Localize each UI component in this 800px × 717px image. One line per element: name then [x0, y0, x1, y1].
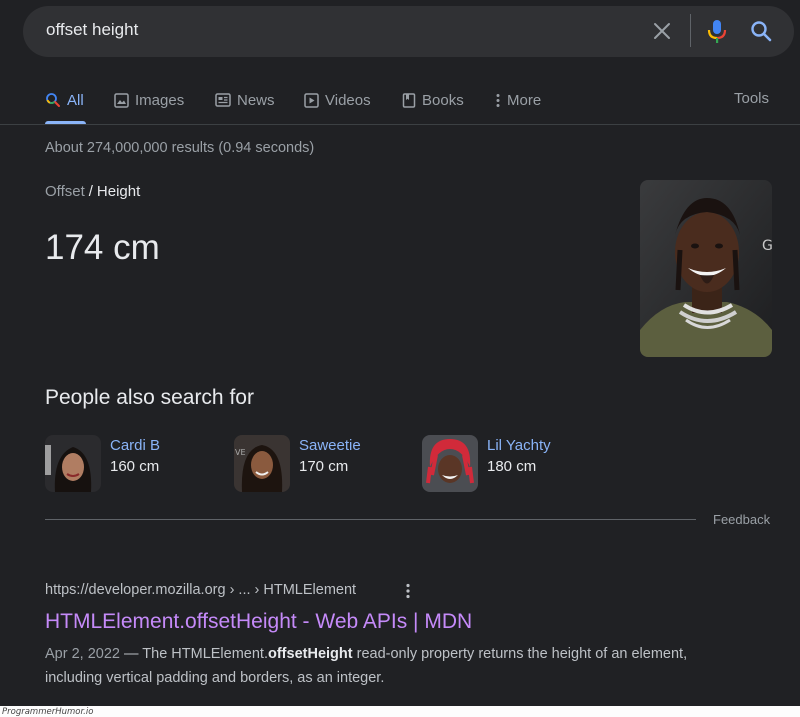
news-icon	[215, 93, 231, 107]
cardi-b-thumbnail[interactable]	[45, 435, 101, 492]
tab-more[interactable]: More	[495, 90, 541, 110]
person-name[interactable]: Saweetie	[299, 437, 361, 454]
result-url[interactable]: https://developer.mozilla.org › ... › HT…	[45, 582, 356, 598]
snippet-bold: offsetHeight	[268, 646, 353, 662]
search-input[interactable]: offset height	[46, 20, 138, 40]
tab-label: Books	[422, 91, 464, 109]
person-height: 160 cm	[110, 458, 160, 475]
tab-all[interactable]: All	[45, 90, 84, 110]
lil-yachty-thumbnail[interactable]	[422, 435, 478, 492]
image-icon	[114, 92, 129, 108]
svg-text:VE: VE	[235, 448, 246, 457]
result-stats: About 274,000,000 results (0.94 seconds)	[45, 140, 315, 156]
height-answer: 174 cm	[45, 228, 160, 267]
people-also-search-title: People also search for	[45, 386, 254, 409]
feedback-divider	[45, 519, 696, 520]
breadcrumb-parent[interactable]: Offset	[45, 183, 85, 200]
snippet-prefix: — The HTMLElement.	[119, 646, 268, 662]
tab-label: Images	[135, 91, 185, 109]
tab-label: More	[507, 91, 542, 109]
breadcrumb-current: Height	[96, 183, 141, 200]
result-title-link[interactable]: HTMLElement.offsetHeight - Web APIs | MD…	[45, 610, 472, 634]
breadcrumb-separator: /	[88, 183, 93, 200]
person-height: 180 cm	[487, 458, 537, 475]
tab-news[interactable]: News	[215, 90, 275, 110]
tab-videos[interactable]: Videos	[304, 90, 371, 110]
video-icon	[304, 92, 319, 108]
person-height: 170 cm	[299, 458, 349, 475]
saweetie-thumbnail[interactable]: VE	[234, 435, 290, 492]
tab-label: Videos	[325, 91, 371, 109]
breadcrumb: Offset / Height	[45, 183, 140, 200]
tab-books[interactable]: Books	[402, 90, 464, 110]
tab-label: All	[67, 91, 84, 109]
tabs-divider	[0, 124, 800, 125]
more-vert-icon	[496, 93, 500, 107]
microphone-icon[interactable]	[706, 18, 728, 45]
offset-portrait-image[interactable]: G	[640, 180, 772, 357]
tab-label: News	[237, 91, 275, 109]
search-icon	[46, 93, 60, 107]
close-icon[interactable]	[651, 20, 673, 42]
searchbar-divider	[690, 14, 691, 47]
svg-text:G: G	[762, 238, 772, 254]
watermark-strip	[0, 706, 800, 717]
feedback-link[interactable]: Feedback	[713, 512, 770, 527]
watermark: ProgrammerHumor.io	[2, 707, 94, 717]
result-date: Apr 2, 2022	[45, 646, 120, 662]
result-snippet: Apr 2, 2022 — The HTMLElement.offsetHeig…	[45, 642, 705, 690]
search-box[interactable]: offset height	[23, 6, 794, 57]
person-name[interactable]: Lil Yachty	[487, 437, 551, 454]
tools-button[interactable]: Tools	[734, 90, 769, 107]
person-name[interactable]: Cardi B	[110, 437, 160, 454]
more-vert-icon[interactable]	[403, 583, 413, 599]
search-icon[interactable]	[749, 19, 773, 43]
book-icon	[402, 92, 416, 108]
search-results-page: offset height All Images News Videos Boo…	[0, 0, 800, 717]
tab-images[interactable]: Images	[114, 90, 184, 110]
